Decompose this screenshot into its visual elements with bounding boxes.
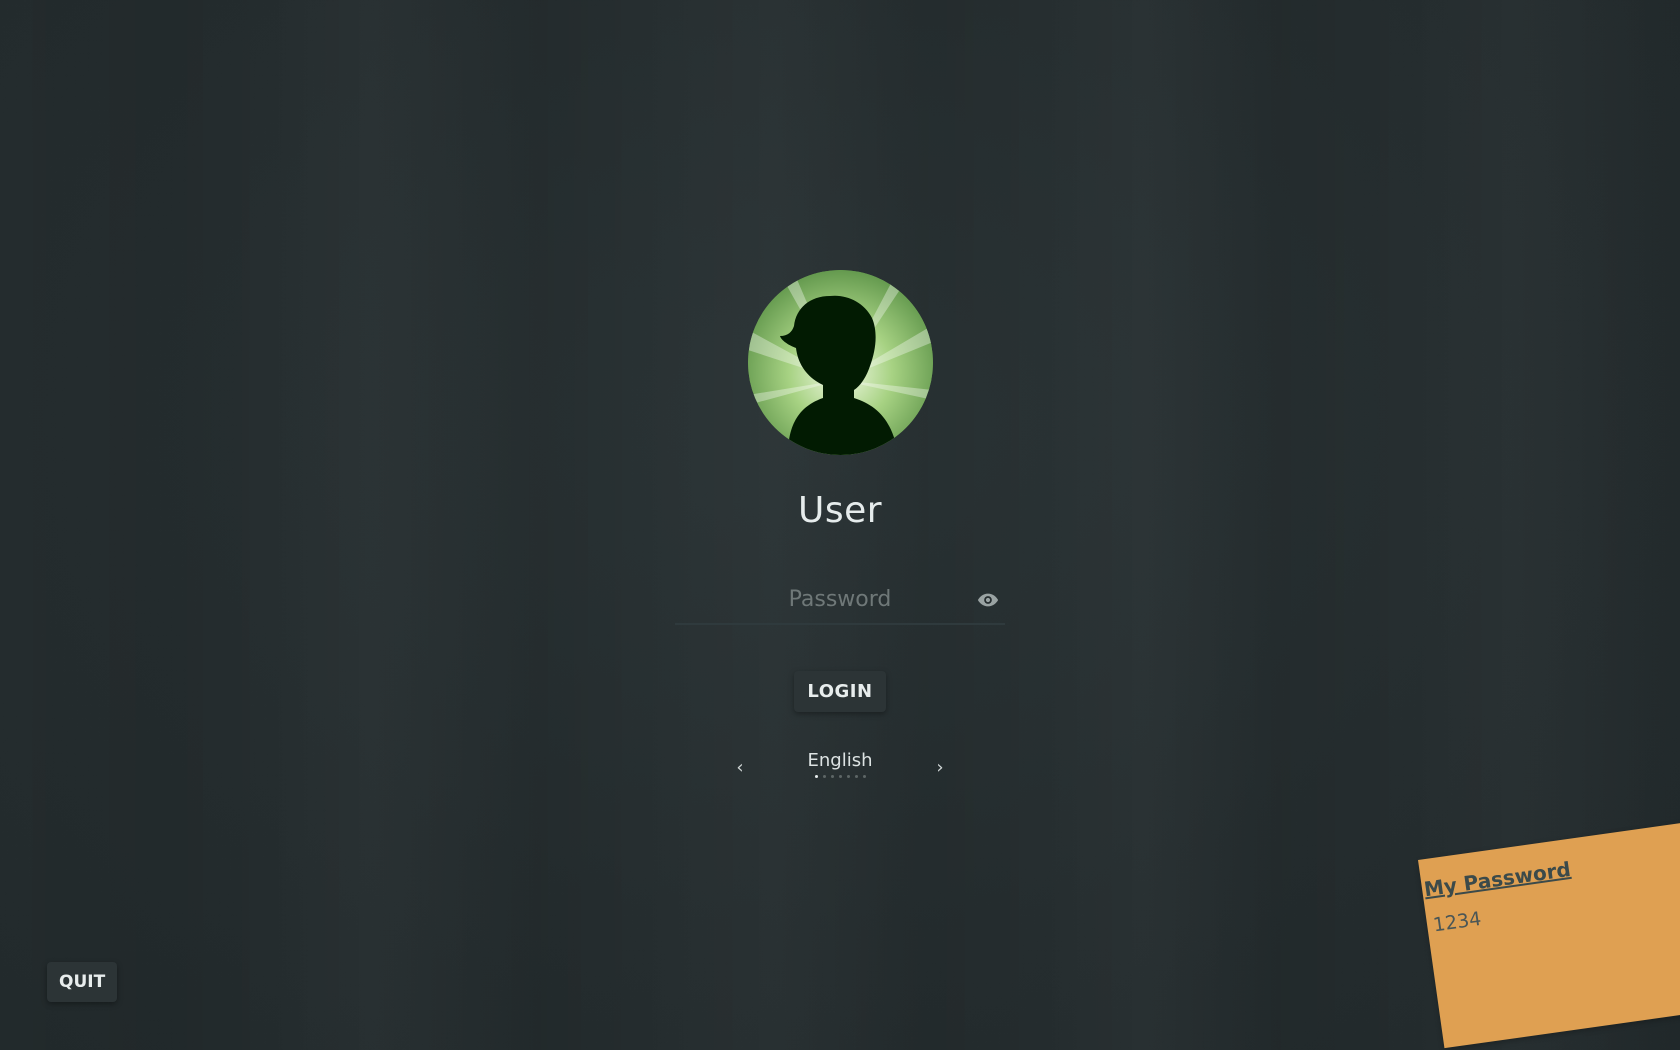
user-avatar xyxy=(747,270,933,455)
chevron-right-icon[interactable]: › xyxy=(930,757,950,778)
quit-button[interactable]: QUIT xyxy=(47,962,118,1002)
language-selector: ‹ English › xyxy=(730,750,950,778)
language-page-dot xyxy=(814,775,818,778)
username-label: User xyxy=(797,490,883,531)
password-input[interactable] xyxy=(675,579,1005,619)
password-field-container xyxy=(675,579,1005,625)
sticky-note-body: 1234 xyxy=(1431,907,1483,937)
login-panel: User LOGIN ‹ English › xyxy=(640,270,1040,778)
language-page-dot xyxy=(830,775,834,778)
login-button[interactable]: LOGIN xyxy=(794,671,886,712)
language-page-dot xyxy=(822,775,826,778)
eye-icon[interactable] xyxy=(977,589,999,611)
language-page-dot xyxy=(846,775,850,778)
sticky-note: My Password 1234 xyxy=(1418,818,1680,1049)
language-page-dot xyxy=(862,775,866,778)
language-label: English xyxy=(807,750,873,771)
user-silhouette-icon xyxy=(747,270,933,455)
chevron-left-icon[interactable]: ‹ xyxy=(730,757,750,778)
language-page-dot xyxy=(838,775,842,778)
language-display: English xyxy=(808,750,873,778)
language-page-dot xyxy=(854,775,858,778)
language-page-indicator xyxy=(814,775,866,778)
sticky-note-title: My Password xyxy=(1422,856,1573,902)
